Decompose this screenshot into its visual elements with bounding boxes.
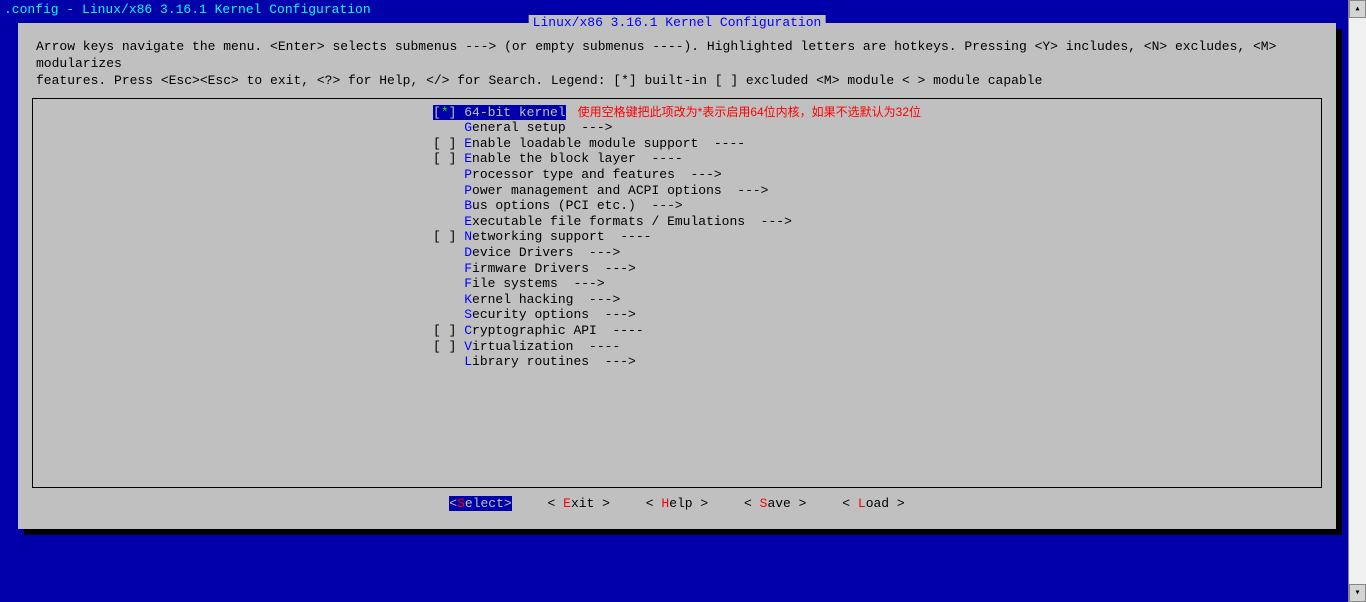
hotkey-char: G [464, 120, 472, 135]
exit-button[interactable]: < Exit > [548, 496, 610, 511]
menu-item[interactable]: Device Drivers ---> [433, 245, 1321, 261]
menu-item-label: eneral setup ---> [472, 120, 612, 135]
menu-item-label: irmware Drivers ---> [472, 261, 636, 276]
hotkey-char: E [464, 151, 472, 166]
scrollbar[interactable]: ▴ ▾ [1348, 0, 1366, 602]
hotkey-char: C [464, 323, 472, 338]
menu-item[interactable]: [ ] Cryptographic API ---- [433, 323, 1321, 339]
menu-item[interactable]: File systems ---> [433, 276, 1321, 292]
menu-item-label: ile systems ---> [472, 276, 605, 291]
hotkey-char: E [464, 136, 472, 151]
menu-item[interactable]: Security options ---> [433, 307, 1321, 323]
menu-item[interactable]: Power management and ACPI options ---> [433, 183, 1321, 199]
menu-list: [*] 64-bit kernel使用空格键把此项改为*表示启用64位内核，如果… [33, 105, 1321, 370]
menu-item-label: rocessor type and features ---> [472, 167, 722, 182]
menu-item[interactable]: Executable file formats / Emulations ---… [433, 214, 1321, 230]
menu-item-label: nable loadable module support ---- [472, 136, 745, 151]
menu-item[interactable]: General setup ---> [433, 120, 1321, 136]
load-button[interactable]: < Load > [842, 496, 904, 511]
menu-item[interactable]: [ ] Enable the block layer ---- [433, 151, 1321, 167]
menu-item-label: ibrary routines ---> [472, 354, 636, 369]
menu-item-label: ower management and ACPI options ---> [472, 183, 768, 198]
hotkey-char: L [464, 354, 472, 369]
panel-title: Linux/x86 3.16.1 Kernel Configuration [529, 15, 826, 30]
hotkey-char: S [464, 307, 472, 322]
select-button[interactable]: <Select> [449, 496, 511, 511]
menu-item[interactable]: Library routines ---> [433, 354, 1321, 370]
menu-item-label: etworking support ---- [472, 229, 651, 244]
hotkey-char: E [464, 214, 472, 229]
hotkey-char: F [464, 261, 472, 276]
menu-item-label: ecurity options ---> [472, 307, 636, 322]
menu-item[interactable]: Firmware Drivers ---> [433, 261, 1321, 277]
menu-frame: [*] 64-bit kernel使用空格键把此项改为*表示启用64位内核，如果… [32, 98, 1322, 488]
menu-item[interactable]: Processor type and features ---> [433, 167, 1321, 183]
menu-item[interactable]: Kernel hacking ---> [433, 292, 1321, 308]
menu-item[interactable]: [ ] Networking support ---- [433, 229, 1321, 245]
hotkey-char: P [464, 167, 472, 182]
hotkey-char: B [464, 198, 472, 213]
menu-item-label: nable the block layer ---- [472, 151, 683, 166]
menu-item[interactable]: [*] 64-bit kernel使用空格键把此项改为*表示启用64位内核，如果… [433, 105, 1321, 121]
scroll-up-button[interactable]: ▴ [1349, 0, 1366, 18]
help-button[interactable]: < Help > [646, 496, 708, 511]
hotkey-char: F [464, 276, 472, 291]
menu-item-label: evice Drivers ---> [472, 245, 620, 260]
menu-item[interactable]: [ ] Enable loadable module support ---- [433, 136, 1321, 152]
menu-item-label: us options (PCI etc.) ---> [472, 198, 683, 213]
help-line-2: features. Press <Esc><Esc> to exit, <?> … [36, 73, 1318, 90]
menu-item[interactable]: Bus options (PCI etc.) ---> [433, 198, 1321, 214]
menu-item[interactable]: [ ] Virtualization ---- [433, 339, 1321, 355]
hotkey-char: D [464, 245, 472, 260]
hotkey-char: N [464, 229, 472, 244]
terminal-screen: .config - Linux/x86 3.16.1 Kernel Config… [0, 0, 1366, 602]
help-line-1: Arrow keys navigate the menu. <Enter> se… [36, 39, 1318, 73]
hotkey-char: V [464, 339, 472, 354]
button-bar: <Select> < Exit > < Help > < Save > < Lo… [32, 488, 1322, 515]
annotation-text: 使用空格键把此项改为*表示启用64位内核，如果不选默认为32位 [578, 105, 921, 119]
help-text: Arrow keys navigate the menu. <Enter> se… [32, 37, 1322, 98]
menu-item-label: ryptographic API ---- [472, 323, 644, 338]
main-panel: Linux/x86 3.16.1 Kernel Configuration Ar… [18, 23, 1336, 529]
hotkey-char: K [464, 292, 472, 307]
scroll-down-button[interactable]: ▾ [1349, 584, 1366, 602]
save-button[interactable]: < Save > [744, 496, 806, 511]
menu-item-label: ernel hacking ---> [472, 292, 620, 307]
hotkey-char: P [464, 183, 472, 198]
menu-item-label: xecutable file formats / Emulations ---> [472, 214, 792, 229]
menu-item-label: irtualization ---- [472, 339, 620, 354]
